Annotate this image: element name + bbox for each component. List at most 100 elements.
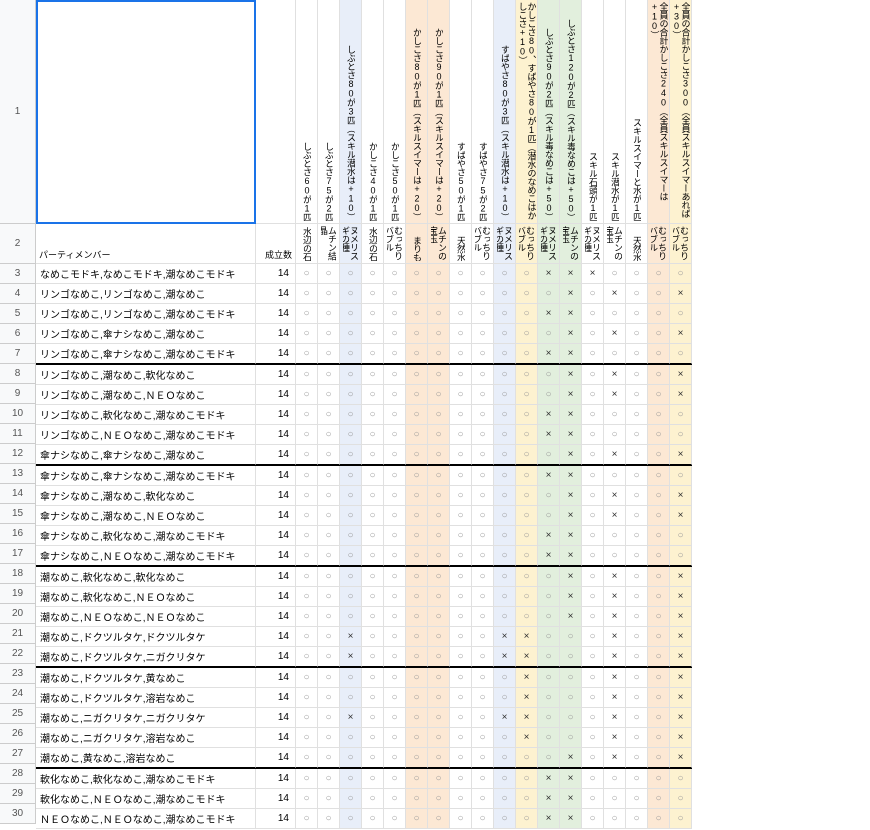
value-cell[interactable]: × — [560, 264, 582, 284]
count-cell[interactable]: 14 — [256, 466, 296, 486]
value-cell[interactable]: × — [538, 769, 560, 789]
value-cell[interactable]: ○ — [582, 769, 604, 789]
value-cell[interactable]: ○ — [516, 324, 538, 344]
value-cell[interactable]: ○ — [626, 809, 648, 829]
value-cell[interactable]: ○ — [384, 567, 406, 587]
value-cell[interactable]: × — [670, 506, 692, 526]
value-cell[interactable]: × — [516, 627, 538, 647]
value-cell[interactable]: ○ — [494, 445, 516, 465]
value-cell[interactable]: × — [538, 466, 560, 486]
value-cell[interactable]: ○ — [428, 284, 450, 304]
value-cell[interactable]: ○ — [362, 344, 384, 364]
value-cell[interactable]: ○ — [384, 385, 406, 405]
value-cell[interactable]: ○ — [318, 607, 340, 627]
value-cell[interactable]: ○ — [406, 546, 428, 566]
value-cell[interactable]: ○ — [384, 304, 406, 324]
party-cell[interactable]: 潮なめこ,黄なめこ,溶岩なめこ — [36, 748, 256, 768]
value-cell[interactable]: ○ — [362, 567, 384, 587]
value-cell[interactable]: ○ — [340, 486, 362, 506]
value-cell[interactable]: ○ — [384, 769, 406, 789]
value-cell[interactable]: ○ — [318, 546, 340, 566]
count-cell[interactable]: 14 — [256, 708, 296, 728]
value-cell[interactable]: ○ — [362, 304, 384, 324]
value-cell[interactable]: ○ — [406, 587, 428, 607]
value-cell[interactable]: × — [538, 546, 560, 566]
value-cell[interactable]: ○ — [582, 304, 604, 324]
value-cell[interactable]: ○ — [362, 445, 384, 465]
value-cell[interactable]: × — [560, 526, 582, 546]
value-cell[interactable]: ○ — [296, 445, 318, 465]
value-cell[interactable]: ○ — [582, 445, 604, 465]
party-cell[interactable]: 傘ナシなめこ,ＮＥＯなめこ,潮なめこモドキ — [36, 546, 256, 566]
column-header[interactable]: 全員の合計かしこさ300（全員スキルスイマーあれば+30） — [670, 0, 692, 224]
column-subheader[interactable]: 天然水 — [450, 224, 472, 264]
value-cell[interactable]: ○ — [406, 506, 428, 526]
row-header[interactable]: 11 — [0, 424, 36, 444]
value-cell[interactable]: ○ — [626, 365, 648, 385]
value-cell[interactable]: ○ — [582, 627, 604, 647]
value-cell[interactable]: ○ — [450, 769, 472, 789]
value-cell[interactable]: ○ — [582, 647, 604, 667]
row-header[interactable]: 25 — [0, 704, 36, 724]
value-cell[interactable]: ○ — [472, 587, 494, 607]
value-cell[interactable]: ○ — [296, 708, 318, 728]
party-cell[interactable]: 潮なめこ,ドクツルタケ,溶岩なめこ — [36, 688, 256, 708]
value-cell[interactable]: ○ — [582, 385, 604, 405]
value-cell[interactable]: ○ — [428, 708, 450, 728]
value-cell[interactable]: ○ — [406, 789, 428, 809]
value-cell[interactable]: ○ — [626, 284, 648, 304]
value-cell[interactable]: ○ — [340, 688, 362, 708]
value-cell[interactable]: ○ — [604, 546, 626, 566]
row-header[interactable]: 16 — [0, 524, 36, 544]
value-cell[interactable]: × — [604, 688, 626, 708]
value-cell[interactable]: ○ — [472, 425, 494, 445]
value-cell[interactable]: ○ — [428, 405, 450, 425]
value-cell[interactable]: ○ — [384, 627, 406, 647]
column-header[interactable]: かしこさ80、すばやさ80が1匹（潜水のなめこはかしこさ+10） — [516, 0, 538, 224]
value-cell[interactable]: ○ — [318, 344, 340, 364]
value-cell[interactable]: × — [560, 466, 582, 486]
column-subheader[interactable]: 天然水 — [626, 224, 648, 264]
value-cell[interactable]: ○ — [406, 708, 428, 728]
value-cell[interactable]: ○ — [516, 486, 538, 506]
value-cell[interactable]: ○ — [428, 445, 450, 465]
value-cell[interactable]: ○ — [296, 688, 318, 708]
value-cell[interactable]: ○ — [318, 728, 340, 748]
value-cell[interactable]: × — [604, 385, 626, 405]
value-cell[interactable]: ○ — [670, 264, 692, 284]
value-cell[interactable]: ○ — [516, 567, 538, 587]
value-cell[interactable]: ○ — [406, 304, 428, 324]
value-cell[interactable]: ○ — [428, 365, 450, 385]
value-cell[interactable]: ○ — [318, 526, 340, 546]
value-cell[interactable]: × — [670, 385, 692, 405]
value-cell[interactable]: ○ — [296, 405, 318, 425]
value-cell[interactable]: × — [560, 748, 582, 768]
value-cell[interactable]: ○ — [626, 385, 648, 405]
value-cell[interactable]: ○ — [362, 526, 384, 546]
value-cell[interactable]: × — [560, 769, 582, 789]
value-cell[interactable]: ○ — [428, 688, 450, 708]
value-cell[interactable]: ○ — [318, 627, 340, 647]
value-cell[interactable]: ○ — [318, 769, 340, 789]
value-cell[interactable]: ○ — [626, 324, 648, 344]
value-cell[interactable]: ○ — [626, 789, 648, 809]
value-cell[interactable]: ○ — [428, 567, 450, 587]
value-cell[interactable]: ○ — [384, 526, 406, 546]
value-cell[interactable]: ○ — [516, 425, 538, 445]
value-cell[interactable]: ○ — [450, 486, 472, 506]
value-cell[interactable]: ○ — [472, 486, 494, 506]
value-cell[interactable]: × — [516, 728, 538, 748]
value-cell[interactable]: ○ — [648, 385, 670, 405]
value-cell[interactable]: ○ — [516, 587, 538, 607]
value-cell[interactable]: ○ — [428, 627, 450, 647]
value-cell[interactable]: ○ — [340, 506, 362, 526]
column-subheader[interactable]: 水辺の石 — [296, 224, 318, 264]
value-cell[interactable]: ○ — [450, 385, 472, 405]
value-cell[interactable]: ○ — [362, 668, 384, 688]
value-cell[interactable]: × — [670, 607, 692, 627]
value-cell[interactable]: ○ — [450, 466, 472, 486]
value-cell[interactable]: × — [538, 789, 560, 809]
value-cell[interactable]: × — [560, 365, 582, 385]
value-cell[interactable]: ○ — [428, 526, 450, 546]
value-cell[interactable]: ○ — [472, 607, 494, 627]
